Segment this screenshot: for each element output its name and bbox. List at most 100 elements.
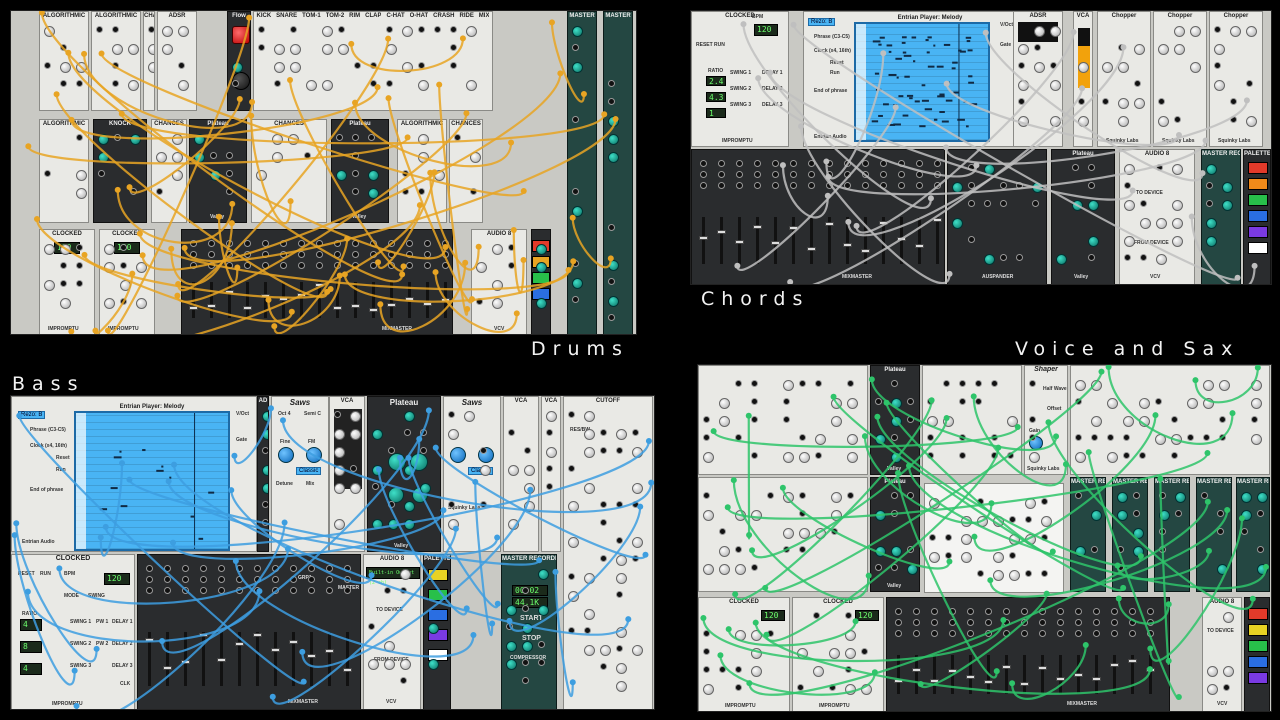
palette-green-swatch[interactable]: [428, 589, 448, 601]
param-knob[interactable]: [1075, 380, 1086, 391]
input-jack[interactable]: [298, 262, 305, 269]
input-jack[interactable]: [808, 171, 815, 178]
patch-jack[interactable]: [977, 498, 984, 505]
param-knob[interactable]: [1009, 570, 1020, 581]
voice-row2-modules[interactable]: [698, 477, 868, 592]
fader-cap[interactable]: [387, 302, 396, 307]
input-jack[interactable]: [290, 565, 297, 572]
input-jack[interactable]: [772, 171, 779, 178]
patch-jack[interactable]: [991, 434, 998, 441]
patch-jack[interactable]: [1171, 452, 1178, 459]
param-knob[interactable]: [536, 244, 547, 255]
patch-jack[interactable]: [1091, 434, 1098, 441]
patch-jack[interactable]: [991, 452, 998, 459]
patch-jack[interactable]: [959, 452, 966, 459]
patch-jack[interactable]: [1223, 684, 1230, 691]
patch-jack[interactable]: [703, 648, 710, 655]
fader-cap[interactable]: [271, 647, 280, 652]
param-knob[interactable]: [262, 465, 268, 476]
patch-jack[interactable]: [454, 134, 461, 141]
channel-fader[interactable]: [310, 632, 313, 686]
patch-jack[interactable]: [522, 659, 529, 666]
fader-cap[interactable]: [199, 633, 208, 638]
param-knob[interactable]: [813, 666, 824, 677]
param-knob[interactable]: [584, 429, 595, 440]
channel-fader[interactable]: [720, 217, 723, 264]
input-jack[interactable]: [790, 160, 797, 167]
patch-jack[interactable]: [927, 434, 934, 441]
param-knob[interactable]: [751, 666, 762, 677]
input-jack[interactable]: [898, 171, 905, 178]
patch-jack[interactable]: [1025, 516, 1032, 523]
param-knob[interactable]: [815, 528, 826, 539]
input-jack[interactable]: [298, 240, 305, 247]
input-jack[interactable]: [1147, 608, 1154, 615]
param-knob[interactable]: [1050, 26, 1061, 37]
param-knob[interactable]: [719, 564, 730, 575]
patch-jack[interactable]: [891, 564, 898, 571]
input-jack[interactable]: [388, 251, 395, 258]
input-jack[interactable]: [736, 160, 743, 167]
param-knob[interactable]: [1050, 116, 1061, 127]
param-knob[interactable]: [1251, 398, 1262, 409]
param-knob[interactable]: [616, 429, 627, 440]
palette-green-swatch[interactable]: [532, 272, 550, 284]
patch-jack[interactable]: [354, 62, 361, 69]
param-knob[interactable]: [130, 134, 141, 145]
param-knob[interactable]: [783, 452, 794, 463]
channel-fader[interactable]: [1095, 654, 1098, 695]
channel-fader[interactable]: [846, 217, 849, 264]
patch-jack[interactable]: [44, 170, 51, 177]
patch-jack[interactable]: [402, 170, 409, 177]
param-knob[interactable]: [148, 62, 154, 73]
channel-fader[interactable]: [756, 217, 759, 264]
patch-jack[interactable]: [508, 262, 515, 269]
param-knob[interactable]: [1172, 218, 1183, 229]
param-knob[interactable]: [386, 44, 397, 55]
param-knob[interactable]: [262, 429, 268, 440]
channel-fader[interactable]: [246, 282, 249, 319]
patch-jack[interactable]: [1029, 416, 1036, 423]
fader-cap[interactable]: [1110, 662, 1119, 667]
param-knob[interactable]: [338, 44, 349, 55]
param-knob[interactable]: [546, 447, 557, 458]
fader-cap[interactable]: [735, 240, 744, 245]
param-knob[interactable]: [799, 452, 810, 463]
input-jack[interactable]: [1003, 630, 1010, 637]
fader-cap[interactable]: [307, 653, 316, 658]
param-knob[interactable]: [783, 492, 794, 503]
patch-jack[interactable]: [703, 416, 710, 423]
param-knob[interactable]: [831, 416, 842, 427]
param-knob[interactable]: [350, 483, 361, 494]
audio8-module[interactable]: AUDIO 8 TO DEVICE FROM DEVICE VCV: [1119, 149, 1195, 284]
param-knob[interactable]: [1078, 62, 1089, 73]
patch-jack[interactable]: [799, 434, 806, 441]
patch-jack[interactable]: [76, 134, 83, 141]
patch-jack[interactable]: [959, 398, 966, 405]
patch-jack[interactable]: [450, 62, 457, 69]
param-knob[interactable]: [907, 564, 918, 575]
param-knob[interactable]: [891, 452, 902, 463]
fine-knob[interactable]: [450, 447, 466, 463]
param-knob[interactable]: [524, 465, 535, 476]
channel-fader[interactable]: [274, 632, 277, 686]
input-jack[interactable]: [344, 565, 351, 572]
input-jack[interactable]: [718, 182, 725, 189]
param-knob[interactable]: [1222, 200, 1233, 211]
param-knob[interactable]: [1088, 236, 1099, 247]
param-knob[interactable]: [1214, 44, 1225, 55]
melody-display[interactable]: [74, 411, 230, 551]
patch-jack[interactable]: [60, 262, 67, 269]
fader-cap[interactable]: [915, 243, 924, 248]
param-knob[interactable]: [703, 510, 714, 521]
fader-cap[interactable]: [189, 306, 198, 311]
patch-jack[interactable]: [632, 429, 639, 436]
patch-jack[interactable]: [1133, 510, 1140, 517]
palette-blue-swatch[interactable]: [1248, 210, 1268, 222]
input-jack[interactable]: [985, 619, 992, 626]
param-knob[interactable]: [420, 483, 431, 494]
entrian-player-module[interactable]: Rezo: B Entrian Player: Melody Phrase (C…: [803, 11, 1025, 147]
param-knob[interactable]: [334, 429, 345, 440]
input-jack[interactable]: [146, 565, 153, 572]
palette-orange-swatch[interactable]: [1248, 178, 1268, 190]
